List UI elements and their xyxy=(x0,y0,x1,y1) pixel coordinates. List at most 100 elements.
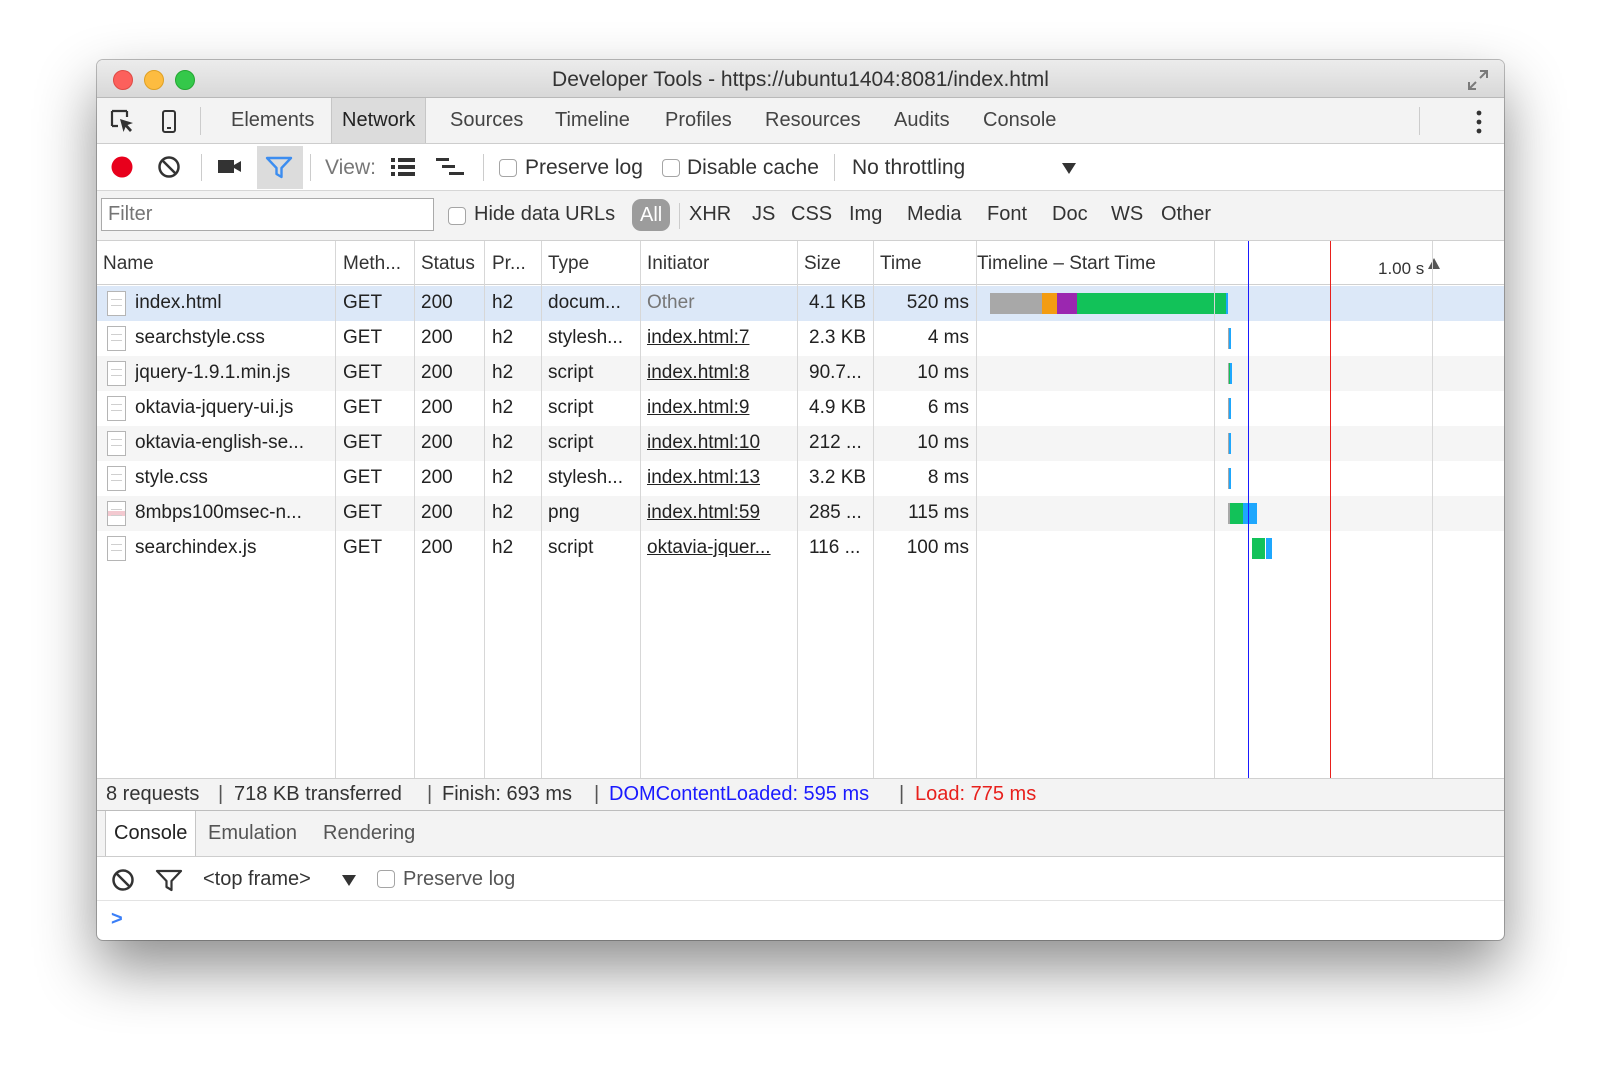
request-protocol: h2 xyxy=(492,432,514,453)
request-name[interactable]: oktavia-english-se... xyxy=(135,432,325,454)
request-name[interactable]: searchstyle.css xyxy=(135,327,325,349)
timing-bar-download[interactable] xyxy=(1230,363,1233,384)
chevron-down-icon[interactable] xyxy=(1061,161,1077,175)
console-filter-icon[interactable] xyxy=(155,868,183,894)
column-header-2[interactable]: Status xyxy=(421,253,475,275)
request-initiator[interactable]: index.html:59 xyxy=(647,502,792,524)
table-row[interactable]: oktavia-english-se... GET 200 h2 script index… xyxy=(97,426,1504,461)
inspect-element-icon[interactable] xyxy=(109,108,137,136)
column-header-8[interactable]: Timeline – Start Time xyxy=(977,253,1156,275)
request-initiator[interactable]: index.html:13 xyxy=(647,467,792,489)
type-filter-xhr[interactable]: XHR xyxy=(689,203,731,226)
console-prompt[interactable]: > xyxy=(111,908,123,931)
tab-sources[interactable]: Sources xyxy=(440,98,533,143)
type-filter-js[interactable]: JS xyxy=(752,203,775,226)
request-name[interactable]: index.html xyxy=(135,292,325,314)
timing-bar-ssl[interactable] xyxy=(1042,293,1058,314)
table-row[interactable]: oktavia-jquery-ui.js GET 200 h2 script index.… xyxy=(97,391,1504,426)
timing-bar-waiting[interactable] xyxy=(1230,503,1244,524)
table-row[interactable]: style.css GET 200 h2 stylesh... index.html:13… xyxy=(97,461,1504,496)
request-initiator[interactable]: oktavia-jquer... xyxy=(647,537,792,559)
tab-console[interactable]: Console xyxy=(973,98,1066,143)
preserve-log-label[interactable]: Preserve log xyxy=(525,156,643,180)
type-filter-ws[interactable]: WS xyxy=(1111,203,1143,226)
tab-timeline[interactable]: Timeline xyxy=(545,98,640,143)
timing-bar-download[interactable] xyxy=(1243,503,1258,524)
record-icon[interactable] xyxy=(109,154,135,180)
hide-data-urls-label[interactable]: Hide data URLs xyxy=(474,203,615,226)
console-preserve-log-checkbox[interactable] xyxy=(377,870,395,888)
column-header-0[interactable]: Name xyxy=(103,253,154,275)
timing-bar-waiting[interactable] xyxy=(1076,293,1226,314)
toolbar-divider xyxy=(200,107,201,135)
chevron-down-icon[interactable] xyxy=(341,873,357,887)
type-filter-other[interactable]: Other xyxy=(1161,203,1211,226)
frame-selector[interactable]: <top frame> xyxy=(203,868,311,891)
request-initiator[interactable]: index.html:10 xyxy=(647,432,792,454)
timing-bar-connect[interactable] xyxy=(1057,293,1077,314)
request-initiator[interactable]: index.html:7 xyxy=(647,327,792,349)
timing-bar-download[interactable] xyxy=(1229,468,1232,489)
filter-input[interactable] xyxy=(101,198,434,231)
table-row[interactable]: searchindex.js GET 200 h2 script oktavia-jque… xyxy=(97,531,1504,566)
column-header-7[interactable]: Time xyxy=(880,253,922,275)
sort-ascending-icon[interactable] xyxy=(1427,257,1441,271)
device-mode-icon[interactable] xyxy=(155,108,183,136)
request-initiator[interactable]: index.html:8 xyxy=(647,362,792,384)
table-row[interactable]: searchstyle.css GET 200 h2 stylesh... index.h… xyxy=(97,321,1504,356)
column-header-4[interactable]: Type xyxy=(548,253,589,275)
large-rows-view-icon[interactable] xyxy=(390,156,416,178)
type-filter-img[interactable]: Img xyxy=(849,203,882,226)
timing-bar-download[interactable] xyxy=(1228,328,1231,349)
clear-icon[interactable] xyxy=(156,154,182,180)
screenshot-capture-icon[interactable] xyxy=(217,156,243,178)
timing-bar-download[interactable] xyxy=(1229,433,1232,454)
request-protocol: h2 xyxy=(492,327,514,348)
table-row[interactable]: 8mbps100msec-n... GET 200 h2 png index.html:5… xyxy=(97,496,1504,531)
tab-audits[interactable]: Audits xyxy=(884,98,960,143)
request-name[interactable]: oktavia-jquery-ui.js xyxy=(135,397,325,419)
hide-data-urls-checkbox[interactable] xyxy=(448,207,466,225)
console-preserve-log-label[interactable]: Preserve log xyxy=(403,868,515,891)
request-initiator[interactable]: index.html:9 xyxy=(647,397,792,419)
drawer-tab-rendering[interactable]: Rendering xyxy=(315,811,423,856)
column-header-6[interactable]: Size xyxy=(804,253,841,275)
type-filter-media[interactable]: Media xyxy=(907,203,961,226)
preserve-log-checkbox[interactable] xyxy=(499,159,517,177)
timing-bar-stalled[interactable] xyxy=(989,293,1042,314)
column-header-5[interactable]: Initiator xyxy=(647,253,709,275)
column-header-3[interactable]: Pr... xyxy=(492,253,526,275)
timing-bar-download[interactable] xyxy=(1225,293,1228,314)
drawer-tab-emulation[interactable]: Emulation xyxy=(200,811,305,856)
type-filter-css[interactable]: CSS xyxy=(791,203,832,226)
request-type: script xyxy=(548,362,594,383)
timing-bar-download[interactable] xyxy=(1265,538,1273,559)
request-name[interactable]: jquery-1.9.1.min.js xyxy=(135,362,325,384)
throttling-select[interactable]: No throttling xyxy=(852,156,965,180)
drawer-tab-console[interactable]: Console xyxy=(105,811,197,856)
tab-profiles[interactable]: Profiles xyxy=(655,98,742,143)
request-name[interactable]: 8mbps100msec-n... xyxy=(135,502,325,524)
more-options-icon[interactable] xyxy=(1476,110,1482,134)
disable-cache-checkbox[interactable] xyxy=(662,159,680,177)
table-row[interactable]: jquery-1.9.1.min.js GET 200 h2 script index.h… xyxy=(97,356,1504,391)
table-row[interactable]: index.html GET 200 h2 docum... Other 4.1 KB 520… xyxy=(97,286,1504,321)
type-filter-all[interactable]: All xyxy=(632,199,671,231)
filter-icon[interactable] xyxy=(265,155,293,181)
column-header-1[interactable]: Meth... xyxy=(343,253,401,275)
tab-elements[interactable]: Elements xyxy=(221,98,324,143)
disable-cache-label[interactable]: Disable cache xyxy=(687,156,819,180)
document-icon xyxy=(107,326,126,351)
type-filter-font[interactable]: Font xyxy=(987,203,1027,226)
timing-bar-waiting[interactable] xyxy=(1252,538,1266,559)
timing-bar-download[interactable] xyxy=(1229,398,1232,419)
request-name[interactable]: searchindex.js xyxy=(135,537,325,559)
type-filter-doc[interactable]: Doc xyxy=(1052,203,1088,226)
fullscreen-icon[interactable] xyxy=(1466,68,1490,92)
clear-console-icon[interactable] xyxy=(110,867,136,893)
request-name[interactable]: style.css xyxy=(135,467,325,489)
overview-view-icon[interactable] xyxy=(435,156,465,178)
tab-network[interactable]: Network xyxy=(331,98,427,143)
request-size: 285 ... xyxy=(809,502,862,523)
tab-resources[interactable]: Resources xyxy=(755,98,871,143)
